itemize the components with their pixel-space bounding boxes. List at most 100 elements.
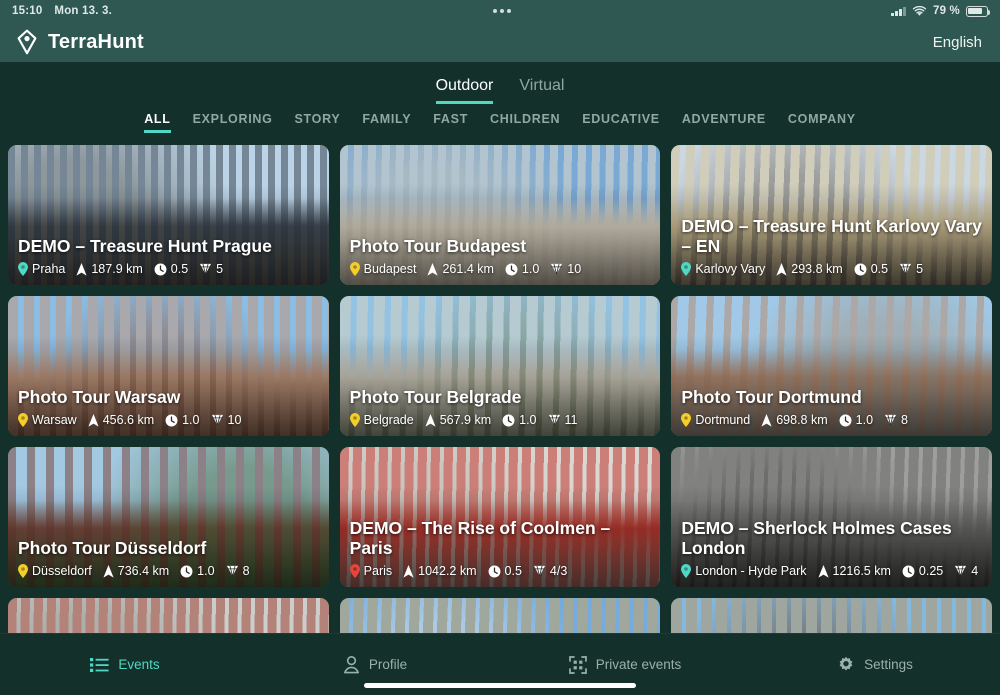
event-distance-label: 1216.5 km	[832, 564, 891, 578]
event-duration-label: 1.0	[197, 564, 215, 578]
tab-virtual[interactable]: Virtual	[519, 77, 564, 104]
event-location-label: Dortmund	[695, 413, 751, 427]
category-fast[interactable]: FAST	[433, 112, 468, 133]
category-all[interactable]: ALL	[144, 112, 171, 133]
card-body: Photo Tour Warsaw Warsaw 456.6 km 1.0 10	[8, 387, 329, 436]
event-duration: 0.5	[488, 564, 522, 578]
event-points-label: 4/3	[549, 564, 568, 578]
nav-label-settings: Settings	[864, 657, 913, 672]
nav-item-settings[interactable]: Settings	[750, 656, 1000, 674]
event-card[interactable]: DEMO – Sherlock Holmes Cases London Londo…	[671, 447, 992, 587]
distance-arrow-icon	[88, 413, 99, 427]
battery-percent-label: 79 %	[932, 5, 960, 17]
event-meta: Dortmund 698.8 km 1.0 8	[681, 413, 982, 427]
event-card-partial-bottom[interactable]	[671, 598, 992, 633]
category-children[interactable]: CHILDREN	[490, 112, 560, 133]
event-points: 5	[899, 262, 923, 276]
event-meta: Paris 1042.2 km 0.5 4/3	[349, 564, 651, 578]
gem-icon	[900, 263, 912, 275]
nav-item-private-events[interactable]: Private events	[500, 655, 750, 674]
event-points-label: 10	[227, 413, 242, 427]
event-title: DEMO – The Rise of Coolmen – Paris	[349, 517, 611, 559]
event-duration-label: 1.0	[521, 262, 540, 276]
map-pin-icon	[18, 262, 28, 276]
location-pin-logo-icon	[17, 29, 37, 55]
event-card[interactable]: Photo Tour Warsaw Warsaw 456.6 km 1.0 10	[8, 296, 329, 436]
event-distance: 567.9 km	[425, 413, 491, 427]
map-pin-icon	[681, 413, 692, 427]
event-meta: Praha 187.9 km 0.5 5	[18, 262, 319, 276]
category-story[interactable]: STORY	[295, 112, 341, 133]
event-location: Dortmund	[681, 413, 750, 427]
event-duration: 1.0	[180, 564, 215, 578]
event-card[interactable]: Photo Tour Budapest Budapest 261.4 km 1.0 10	[339, 145, 661, 285]
event-title: DEMO – Treasure Hunt Prague	[18, 236, 272, 257]
event-title: DEMO – Sherlock Holmes Cases London	[681, 517, 952, 559]
app-title: TerraHunt	[48, 30, 144, 53]
event-location-label: Praha	[32, 262, 66, 276]
event-card-partial-bottom[interactable]	[8, 598, 329, 633]
event-card[interactable]: Photo Tour Dortmund Dortmund 698.8 km 1.0 8	[671, 296, 992, 436]
event-location: Praha	[18, 262, 65, 276]
event-title: Photo Tour Budapest	[349, 236, 527, 257]
app-header: TerraHunt English	[0, 22, 1000, 62]
clock-icon	[902, 565, 915, 577]
category-adventure[interactable]: ADVENTURE	[682, 112, 766, 133]
event-duration-label: 0.5	[504, 564, 522, 578]
clock-icon	[502, 414, 515, 426]
map-pin-icon	[681, 262, 692, 276]
card-body: DEMO – Treasure Hunt Karlovy Vary – EN Ka…	[671, 216, 992, 285]
distance-arrow-icon	[427, 262, 439, 276]
event-points: 4	[954, 564, 978, 578]
distance-arrow-icon	[425, 413, 436, 427]
tab-outdoor[interactable]: Outdoor	[435, 77, 494, 104]
clock-icon	[488, 565, 500, 577]
event-location-label: Paris	[363, 564, 393, 578]
list-icon	[90, 657, 109, 672]
category-exploring[interactable]: EXPLORING	[193, 112, 273, 133]
gem-icon	[200, 263, 212, 275]
gem-icon	[533, 565, 545, 577]
distance-arrow-icon	[761, 413, 772, 427]
event-duration: 0.5	[854, 262, 888, 276]
nav-label-profile: Profile	[368, 657, 408, 672]
map-pin-icon	[349, 564, 360, 578]
event-points-label: 8	[242, 564, 250, 578]
category-filter-bar[interactable]: ALL EXPLORING STORY FAMILY FAST CHILDREN…	[0, 104, 1000, 138]
event-distance-label: 261.4 km	[442, 262, 494, 276]
category-company[interactable]: COMPANY	[788, 112, 856, 133]
nav-item-profile[interactable]: Profile	[250, 655, 500, 674]
distance-arrow-icon	[76, 262, 87, 276]
event-points-label: 5	[216, 262, 224, 276]
card-body: Photo Tour Belgrade Belgrade 567.9 km 1.0 11	[340, 387, 661, 436]
event-distance: 187.9 km	[76, 262, 143, 276]
event-points: 8	[226, 564, 250, 578]
event-points-label: 11	[564, 413, 578, 427]
map-pin-icon	[18, 564, 28, 578]
category-family[interactable]: FAMILY	[362, 112, 411, 133]
event-list-scroll[interactable]: DEMO – Treasure Hunt Prague Praha 187.9 km…	[0, 138, 1000, 633]
event-distance: 1042.2 km	[403, 564, 477, 578]
language-selector[interactable]: English	[933, 34, 982, 51]
event-card[interactable]: DEMO – Treasure Hunt Prague Praha 187.9 km…	[8, 145, 329, 285]
gear-icon	[839, 656, 853, 671]
event-title: DEMO – Treasure Hunt Karlovy Vary – EN	[681, 215, 982, 257]
status-dots-icon	[492, 9, 511, 13]
event-distance: 456.6 km	[88, 413, 154, 427]
distance-arrow-icon	[776, 262, 787, 276]
event-card[interactable]: Photo Tour Belgrade Belgrade 567.9 km 1.0 11	[339, 296, 661, 436]
event-card[interactable]: Photo Tour Düsseldorf Düsseldorf 736.4 km 1…	[8, 447, 329, 587]
wifi-icon	[912, 5, 927, 16]
category-educative[interactable]: EDUCATIVE	[582, 112, 660, 133]
nav-item-events[interactable]: Events	[0, 657, 250, 673]
event-points-label: 4	[971, 564, 979, 578]
event-location: Warsaw	[18, 413, 77, 427]
card-body: Photo Tour Düsseldorf Düsseldorf 736.4 km 1…	[8, 538, 329, 587]
event-meta: Karlovy Vary 293.8 km 0.5 5	[681, 262, 982, 276]
event-card[interactable]: DEMO – Treasure Hunt Karlovy Vary – EN Ka…	[671, 145, 992, 285]
event-location-label: Karlovy Vary	[695, 262, 766, 276]
event-duration: 0.5	[154, 262, 188, 276]
card-body: DEMO – Sherlock Holmes Cases London Londo…	[671, 518, 992, 587]
event-card[interactable]: DEMO – The Rise of Coolmen – Paris Paris 1…	[339, 447, 661, 587]
event-card-partial-bottom[interactable]	[339, 598, 661, 633]
